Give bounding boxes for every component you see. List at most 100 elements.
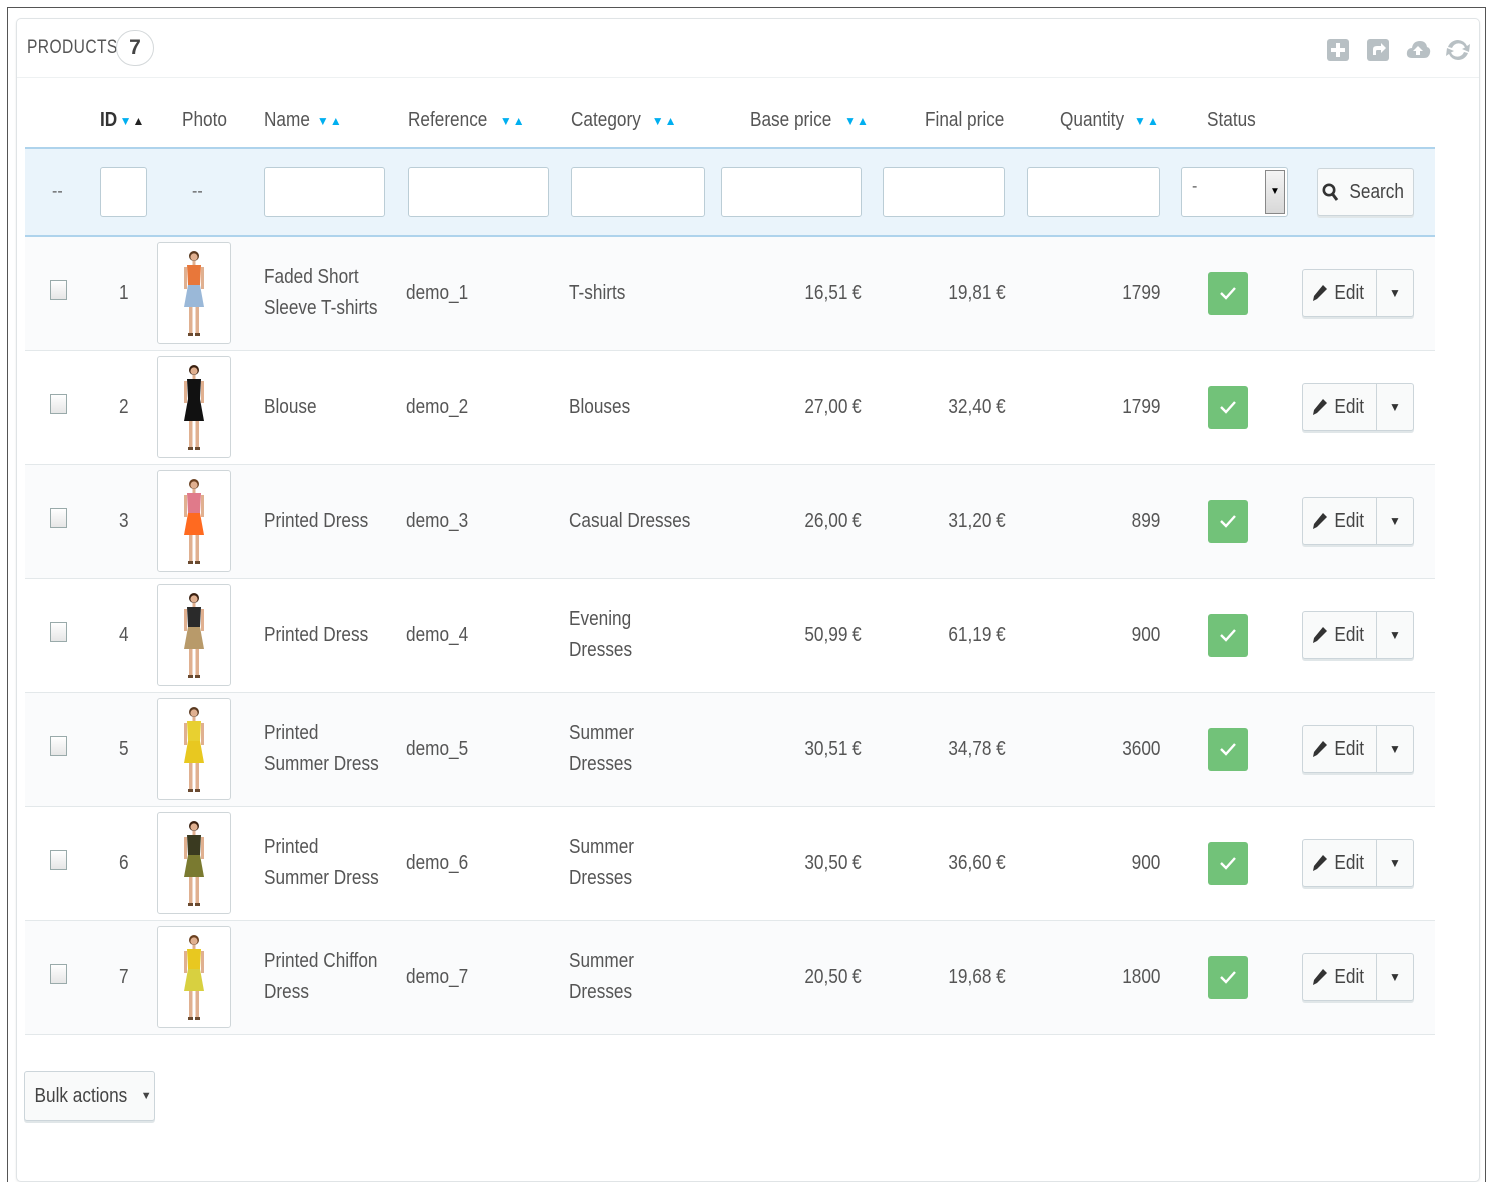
row-quantity: 899	[1131, 509, 1160, 532]
row-final-price: 19,68 €	[948, 965, 1006, 988]
row-actions-dropdown[interactable]: ▼	[1377, 498, 1413, 544]
edit-button[interactable]: Edit	[1303, 612, 1377, 658]
status-toggle[interactable]	[1208, 385, 1248, 429]
row-quantity: 1799	[1121, 281, 1160, 304]
sort-icon[interactable]: ▼▲	[500, 114, 526, 128]
status-toggle[interactable]	[1208, 613, 1248, 657]
row-final-price: 31,20 €	[948, 509, 1006, 532]
row-actions-dropdown[interactable]: ▼	[1377, 384, 1413, 430]
table-header-row: ID ▼▲ Photo Name ▼▲ Reference ▼▲ Categor…	[25, 100, 1435, 148]
add-icon[interactable]	[1325, 35, 1351, 65]
panel-header: PRODUCTS 7	[17, 19, 1479, 78]
edit-button[interactable]: Edit	[1303, 954, 1377, 1000]
col-base-price[interactable]: Base price ▼▲	[716, 100, 878, 148]
row-actions-dropdown[interactable]: ▼	[1377, 270, 1413, 316]
row-id: 6	[119, 851, 129, 874]
pencil-icon	[1313, 285, 1328, 302]
filter-row: -- -- - ▼ Search	[25, 147, 1435, 237]
col-name[interactable]: Name ▼▲	[253, 100, 396, 148]
product-photo	[157, 470, 231, 572]
export-icon[interactable]	[1365, 35, 1391, 65]
caret-down-icon: ▼	[1389, 856, 1401, 870]
status-toggle[interactable]	[1208, 499, 1248, 543]
pencil-icon	[1313, 399, 1328, 415]
filter-photo-placeholder: --	[192, 183, 203, 200]
caret-down-icon: ▼	[1389, 286, 1401, 301]
row-category: T-shirts	[569, 281, 626, 304]
row-actions-dropdown[interactable]: ▼	[1377, 954, 1413, 1000]
upload-icon[interactable]	[1405, 35, 1431, 65]
filter-base-price-input[interactable]	[721, 167, 862, 217]
filter-name-input[interactable]	[264, 167, 385, 217]
row-base-price: 16,51 €	[804, 281, 862, 304]
row-checkbox[interactable]	[50, 394, 67, 414]
chevron-down-icon[interactable]: ▼	[1265, 170, 1285, 214]
refresh-icon[interactable]	[1445, 35, 1471, 65]
row-checkbox[interactable]	[50, 622, 67, 642]
row-id: 2	[119, 395, 129, 418]
filter-category-input[interactable]	[571, 167, 705, 217]
row-id: 4	[119, 623, 129, 646]
sort-icon[interactable]: ▼▲	[317, 114, 343, 128]
filter-final-price-input[interactable]	[883, 167, 1005, 217]
row-checkbox[interactable]	[50, 280, 67, 301]
row-reference: demo_5	[406, 737, 469, 760]
status-toggle[interactable]	[1208, 727, 1248, 771]
check-icon	[1220, 401, 1236, 414]
row-checkbox[interactable]	[50, 964, 67, 984]
sort-icon[interactable]: ▼▲	[652, 114, 678, 128]
row-action-group: Edit ▼	[1302, 611, 1414, 659]
filter-quantity-input[interactable]	[1027, 167, 1160, 217]
status-toggle[interactable]	[1208, 955, 1248, 999]
row-checkbox[interactable]	[50, 508, 67, 528]
row-action-group: Edit ▼	[1302, 839, 1414, 887]
edit-button[interactable]: Edit	[1303, 840, 1377, 886]
sort-icon[interactable]: ▼▲	[1134, 114, 1160, 128]
row-final-price: 19,81 €	[948, 281, 1006, 304]
caret-down-icon: ▼	[1389, 742, 1401, 756]
row-actions-dropdown[interactable]: ▼	[1377, 612, 1413, 658]
row-base-price: 20,50 €	[804, 965, 862, 988]
check-icon	[1220, 629, 1236, 642]
edit-button[interactable]: Edit	[1303, 726, 1377, 772]
product-photo	[157, 698, 231, 800]
col-reference[interactable]: Reference ▼▲	[396, 100, 559, 148]
row-quantity: 1799	[1121, 395, 1160, 418]
check-icon	[1220, 743, 1236, 756]
row-actions-dropdown[interactable]: ▼	[1377, 840, 1413, 886]
check-icon	[1220, 857, 1236, 870]
row-category: Summer Dresses	[569, 836, 634, 889]
row-name: Printed Summer Dress	[264, 836, 379, 889]
product-count-badge: 7	[116, 30, 154, 66]
row-category: Blouses	[569, 395, 631, 418]
table-row: 6 Printed Summer Dress demo_6 Summer Dre…	[25, 806, 1435, 921]
bulk-actions-button[interactable]: Bulk actions ▼	[24, 1071, 155, 1121]
filter-reference-input[interactable]	[408, 167, 549, 217]
filter-id-input[interactable]	[100, 167, 147, 217]
row-actions-dropdown[interactable]: ▼	[1377, 726, 1413, 772]
products-table: ID ▼▲ Photo Name ▼▲ Reference ▼▲ Categor…	[25, 100, 1435, 1035]
edit-button[interactable]: Edit	[1303, 270, 1377, 317]
row-checkbox[interactable]	[50, 736, 67, 756]
filter-status-select[interactable]: - ▼	[1181, 167, 1288, 217]
row-name: Printed Chiffon Dress	[264, 950, 378, 1003]
row-checkbox[interactable]	[50, 850, 67, 870]
row-reference: demo_4	[406, 623, 469, 646]
row-quantity: 1800	[1121, 965, 1160, 988]
caret-down-icon: ▼	[1389, 400, 1401, 414]
status-toggle[interactable]	[1208, 271, 1248, 315]
edit-button[interactable]: Edit	[1303, 384, 1377, 430]
sort-icon[interactable]: ▼▲	[844, 114, 870, 128]
row-quantity: 3600	[1121, 737, 1160, 760]
table-row: 4 Printed Dress demo_4 Evening Dresses 5…	[25, 578, 1435, 693]
sort-icon[interactable]: ▼▲	[120, 114, 146, 128]
status-toggle[interactable]	[1208, 841, 1248, 885]
edit-button[interactable]: Edit	[1303, 498, 1377, 544]
row-id: 7	[119, 965, 129, 988]
col-quantity[interactable]: Quantity ▼▲	[1022, 100, 1178, 148]
row-base-price: 30,51 €	[804, 737, 862, 760]
row-name: Faded Short Sleeve T-shirts	[264, 266, 378, 320]
search-button[interactable]: Search	[1317, 168, 1414, 216]
col-category[interactable]: Category ▼▲	[559, 100, 716, 148]
col-id[interactable]: ID ▼▲	[92, 100, 159, 148]
